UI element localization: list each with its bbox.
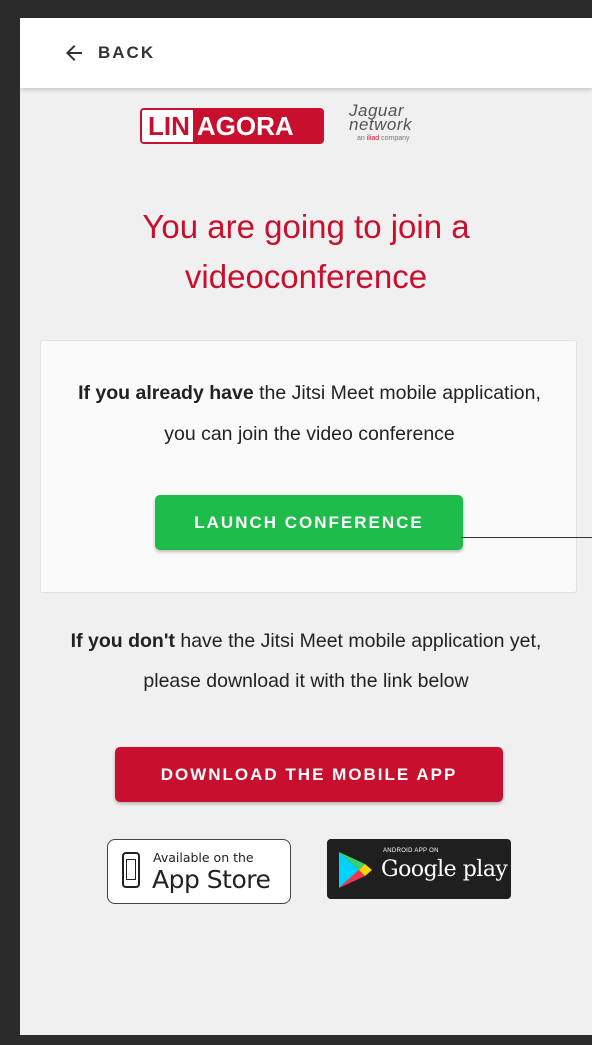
launch-conference-button[interactable]: LAUNCH CONFERENCE bbox=[155, 495, 463, 550]
download-description: If you don't have the Jitsi Meet mobile … bbox=[60, 621, 552, 701]
top-bar: BACK bbox=[20, 18, 592, 88]
google-play-icon bbox=[339, 852, 372, 888]
back-button[interactable]: BACK bbox=[62, 38, 155, 68]
download-description-bold: If you don't bbox=[70, 630, 175, 652]
app-store-badge[interactable]: Available on the App Store bbox=[107, 839, 291, 904]
partner-logos: LIN AGORA Jaguar network an iliad compan… bbox=[20, 102, 592, 148]
jaguar-logo-text: Jaguar network bbox=[349, 102, 413, 134]
jaguar-logo-subtitle: an iliad company bbox=[357, 135, 410, 142]
launch-description: If you already have the Jitsi Meet mobil… bbox=[61, 373, 558, 455]
linagora-logo-lin: LIN bbox=[142, 110, 193, 142]
jaguar-sub-prefix: an bbox=[357, 135, 367, 142]
arrow-left-icon bbox=[66, 45, 82, 61]
back-label: BACK bbox=[98, 43, 156, 62]
launch-card: If you already have the Jitsi Meet mobil… bbox=[40, 340, 592, 593]
download-description-rest: have the Jitsi Meet mobile application y… bbox=[143, 630, 542, 692]
pointer-line bbox=[461, 537, 592, 538]
iphone-icon bbox=[122, 852, 140, 888]
jaguar-network-logo: Jaguar network an iliad company bbox=[345, 102, 480, 148]
download-app-button[interactable]: DOWNLOAD THE MOBILE APP bbox=[115, 747, 503, 802]
jaguar-logo-line2: network bbox=[349, 115, 413, 134]
page-title: You are going to join a videoconference bbox=[142, 208, 470, 295]
linagora-logo-agora: AGORA bbox=[192, 110, 322, 142]
google-play-small-text: ANDROID APP ON bbox=[383, 848, 439, 854]
google-play-badge[interactable]: ANDROID APP ON Google play bbox=[327, 839, 511, 899]
linagora-logo: LIN AGORA bbox=[140, 108, 324, 144]
app-store-small-text: Available on the bbox=[153, 850, 254, 865]
jaguar-sub-suffix: company bbox=[379, 135, 410, 142]
google-play-big-text: Google play bbox=[381, 857, 508, 882]
jaguar-sub-brand: iliad bbox=[366, 135, 380, 142]
launch-description-bold: If you already have bbox=[78, 382, 254, 404]
app-frame: BACK LIN AGORA Jaguar network an iliad c… bbox=[20, 18, 592, 1035]
app-store-big-text: App Store bbox=[152, 865, 271, 894]
